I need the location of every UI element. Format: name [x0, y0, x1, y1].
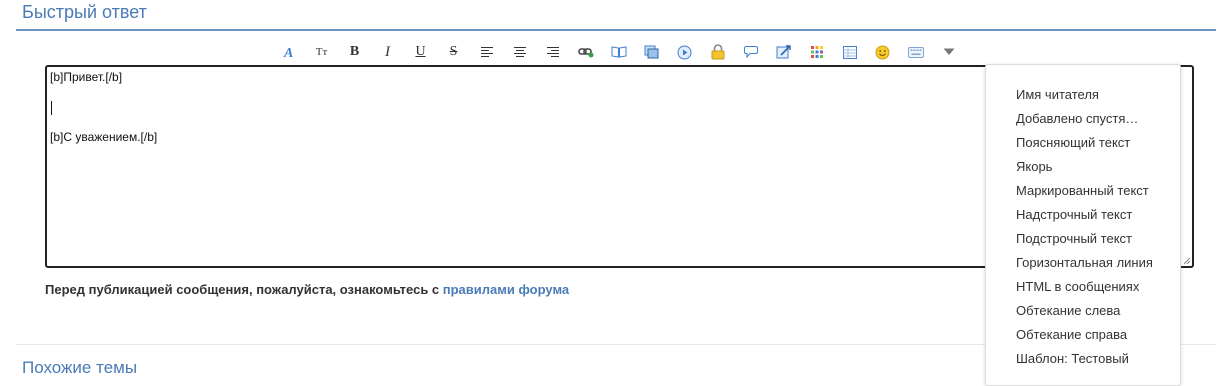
dropdown-item-subscript[interactable]: Подстрочный текст	[986, 231, 1180, 255]
editor-toolbar: A Tт B I U S	[272, 42, 965, 62]
rules-notice-text: Перед публикацией сообщения, пожалуйста,…	[45, 282, 443, 297]
forum-rules-link[interactable]: правилами форума	[443, 282, 569, 297]
strikethrough-icon[interactable]: S	[437, 42, 470, 62]
more-dropdown-icon[interactable]	[932, 42, 965, 62]
editor-line-greeting: [b]Привет.[/b]	[50, 70, 123, 84]
dropdown-item-template-test[interactable]: Шаблон: Тестовый	[986, 351, 1180, 375]
keyboard-icon[interactable]	[899, 42, 932, 62]
code-icon[interactable]	[767, 42, 800, 62]
font-icon[interactable]: A	[272, 42, 305, 62]
align-center-icon[interactable]	[503, 42, 536, 62]
italic-icon[interactable]: I	[371, 42, 404, 62]
dropdown-item-float-right[interactable]: Обтекание справа	[986, 327, 1180, 351]
color-icon[interactable]	[800, 42, 833, 62]
lock-icon[interactable]	[701, 42, 734, 62]
font-size-icon[interactable]: Tт	[305, 42, 338, 62]
link-icon[interactable]	[569, 42, 602, 62]
text-caret	[51, 101, 52, 115]
table-icon[interactable]	[833, 42, 866, 62]
smiley-icon[interactable]	[866, 42, 899, 62]
title-divider	[16, 29, 1216, 31]
rules-notice: Перед публикацией сообщения, пожалуйста,…	[45, 282, 569, 297]
dropdown-item-horizontal-line[interactable]: Горизонтальная линия	[986, 255, 1180, 279]
bold-icon[interactable]: B	[338, 42, 371, 62]
more-tags-dropdown: Имя читателя Добавлено спустя… Поясняющи…	[985, 64, 1181, 386]
dropdown-item-float-left[interactable]: Обтекание слева	[986, 303, 1180, 327]
editor-line-signature: [b]С уважением.[/b]	[50, 130, 158, 144]
dropdown-item-anchor[interactable]: Якорь	[986, 159, 1180, 183]
book-icon[interactable]	[602, 42, 635, 62]
quote-icon[interactable]	[734, 42, 767, 62]
svg-text:A: A	[283, 46, 293, 59]
dropdown-item-superscript[interactable]: Надстрочный текст	[986, 207, 1180, 231]
underline-icon[interactable]: U	[404, 42, 437, 62]
image-icon[interactable]	[635, 42, 668, 62]
dropdown-item-marked-text[interactable]: Маркированный текст	[986, 183, 1180, 207]
quick-reply-title: Быстрый ответ	[22, 2, 147, 22]
similar-topics-title: Похожие темы	[22, 358, 138, 377]
dropdown-item-explanatory-text[interactable]: Поясняющий текст	[986, 135, 1180, 159]
dropdown-item-added-after[interactable]: Добавлено спустя…	[986, 111, 1180, 135]
media-icon[interactable]	[668, 42, 701, 62]
dropdown-item-reader-name[interactable]: Имя читателя	[986, 87, 1180, 111]
dropdown-item-html[interactable]: HTML в сообщениях	[986, 279, 1180, 303]
resize-handle-icon[interactable]	[1182, 256, 1191, 265]
align-left-icon[interactable]	[470, 42, 503, 62]
align-right-icon[interactable]	[536, 42, 569, 62]
